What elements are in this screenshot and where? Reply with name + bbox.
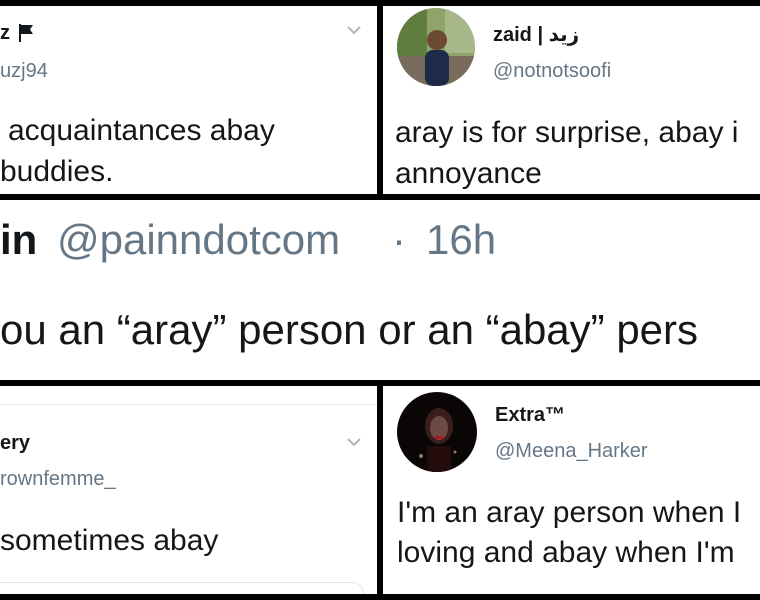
author-name[interactable]: ery [0, 432, 30, 455]
author-handle[interactable]: @painndotcom [57, 216, 340, 264]
chevron-down-icon[interactable] [346, 22, 362, 38]
author-name[interactable]: in [0, 216, 37, 264]
tweet-middle[interactable]: in @painndotcom · 16h ou an “aray” perso… [0, 200, 760, 380]
author-name[interactable]: zaid | زيد [493, 22, 579, 47]
author-handle[interactable]: @Meena_Harker [495, 440, 648, 463]
tweet-text: sometimes abay [0, 524, 219, 557]
separator-dot: · [392, 216, 406, 263]
chevron-down-icon[interactable] [346, 434, 362, 450]
divider [0, 404, 377, 405]
author-name[interactable]: z [0, 22, 10, 45]
flag-icon [18, 23, 34, 43]
tweet-top-right[interactable]: zaid | زيد @notnotsoofi aray is for surp… [383, 6, 760, 194]
tweet-top-left[interactable]: z uzj94 acquaintances abay buddies. [0, 6, 377, 194]
avatar[interactable] [397, 8, 475, 86]
tweet-text-line-2: buddies. [0, 155, 114, 188]
author-name[interactable]: Extra™ [495, 404, 565, 427]
tweet-text: ou an “aray” person or an “abay” pers [0, 306, 699, 353]
avatar[interactable] [397, 392, 477, 472]
author-handle[interactable]: @notnotsoofi [493, 60, 611, 83]
tweet-bottom-left[interactable]: ery rownfemme_ sometimes abay [0, 386, 377, 594]
tweet-text-line-2: loving and abay when I'm [397, 536, 735, 569]
author-handle[interactable]: rownfemme_ [0, 468, 116, 491]
author-handle[interactable]: uzj94 [0, 60, 48, 83]
quote-card-edge [0, 582, 364, 594]
tweet-text-line-1: aray is for surprise, abay i [395, 116, 739, 149]
tweet-text-line-2: annoyance [395, 157, 542, 190]
tweet-time[interactable]: 16h [426, 216, 496, 264]
tweet-text-line-1: I'm an aray person when I [397, 496, 742, 529]
tweet-bottom-right[interactable]: Extra™ @Meena_Harker I'm an aray person … [383, 386, 760, 594]
tweet-text-line-1: acquaintances abay [8, 114, 275, 147]
